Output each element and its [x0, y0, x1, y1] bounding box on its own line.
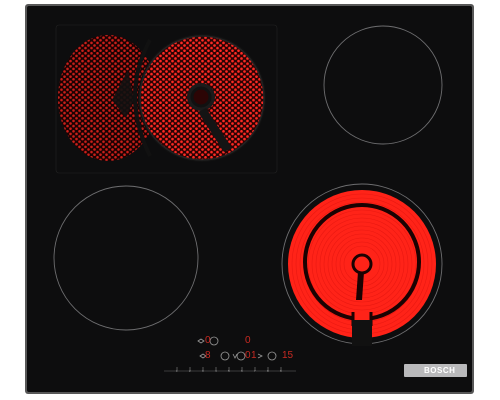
brand-logo-text: BOSCH [424, 366, 456, 375]
display-rear-left-level: 0 [205, 335, 211, 346]
front-right-zone [281, 183, 443, 346]
scale-7[interactable]: 7 [254, 369, 256, 373]
scale-6[interactable]: 6 [241, 369, 243, 373]
scale-4[interactable]: 4 [215, 369, 217, 373]
rear-right-zone [323, 25, 443, 145]
scale-8[interactable]: 8 [267, 369, 269, 373]
display-rear-right-level: 0 [245, 335, 251, 346]
display-front-right-level: 0 [245, 350, 251, 361]
display-timer: 15 [282, 350, 294, 361]
display-power-level: 1 [251, 350, 257, 361]
scale-3[interactable]: 3 [202, 369, 204, 373]
display-front-left-level: 8 [205, 350, 211, 361]
scale-2[interactable]: 2 [189, 369, 191, 373]
scale-5[interactable]: 5 [228, 369, 230, 373]
front-left-zone [53, 185, 199, 331]
rear-left-zone [58, 34, 266, 162]
scale-9[interactable]: 9 [280, 369, 282, 373]
scale-1[interactable]: 1 [176, 369, 178, 373]
